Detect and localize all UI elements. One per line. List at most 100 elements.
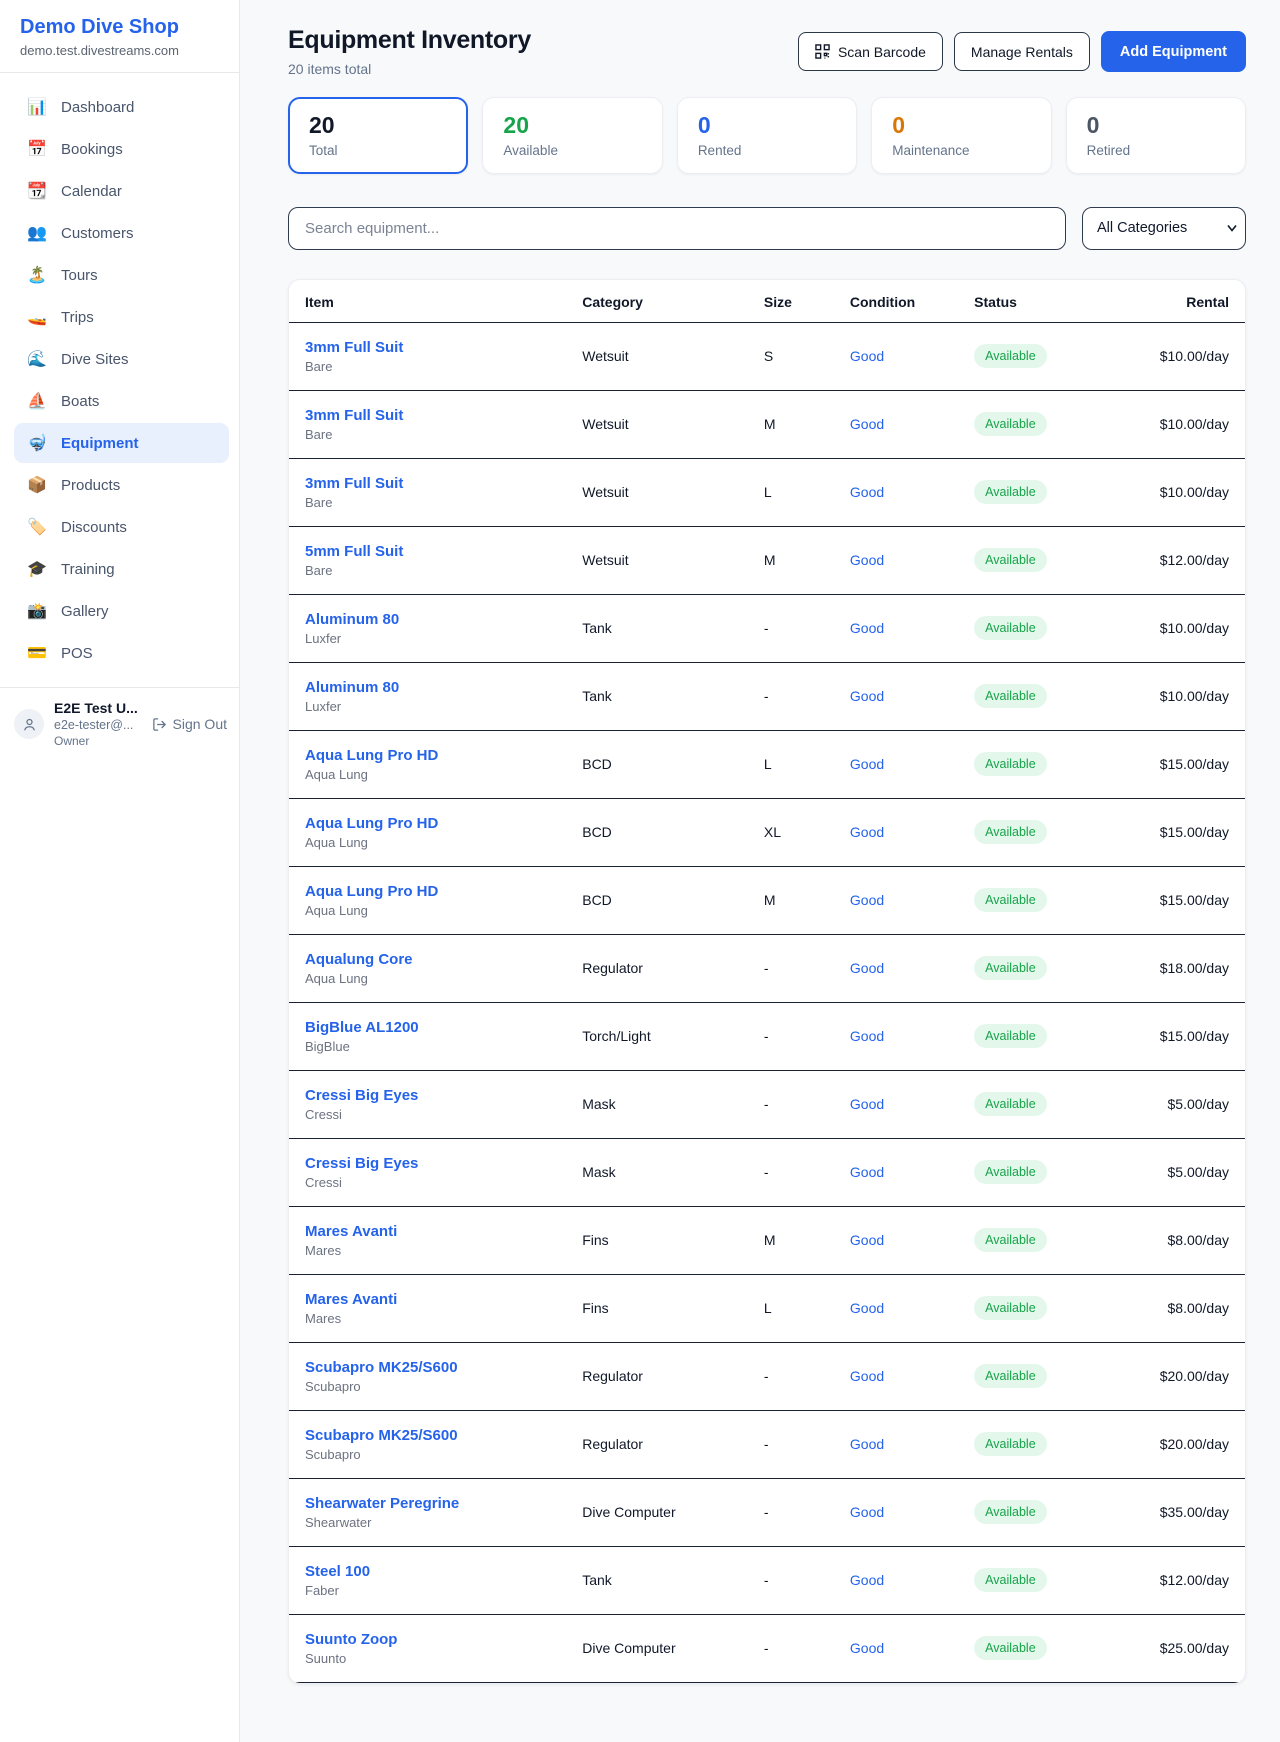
item-name-link[interactable]: Steel 100 xyxy=(305,1563,550,1580)
item-name-link[interactable]: Scubapro MK25/S600 xyxy=(305,1427,550,1444)
item-condition-link[interactable]: Good xyxy=(850,348,884,364)
item-name-link[interactable]: Mares Avanti xyxy=(305,1223,550,1240)
sidebar-item-dashboard[interactable]: 📊 Dashboard xyxy=(14,87,229,127)
item-name-link[interactable]: Cressi Big Eyes xyxy=(305,1087,550,1104)
item-name-link[interactable]: Cressi Big Eyes xyxy=(305,1155,550,1172)
item-name-link[interactable]: 5mm Full Suit xyxy=(305,543,550,560)
sign-out-button[interactable]: Sign Out xyxy=(152,716,227,732)
sidebar-item-trips[interactable]: 🚤 Trips xyxy=(14,297,229,337)
stat-card-maintenance[interactable]: 0 Maintenance xyxy=(871,97,1051,174)
status-badge: Available xyxy=(974,1364,1047,1388)
sidebar-item-bookings[interactable]: 📅 Bookings xyxy=(14,129,229,169)
item-rental: $8.00/day xyxy=(1130,1206,1245,1274)
stat-card-rented[interactable]: 0 Rented xyxy=(677,97,857,174)
item-condition-link[interactable]: Good xyxy=(850,960,884,976)
item-condition-link[interactable]: Good xyxy=(850,1028,884,1044)
item-name-link[interactable]: Aluminum 80 xyxy=(305,611,550,628)
item-condition-link[interactable]: Good xyxy=(850,756,884,772)
stat-label: Maintenance xyxy=(892,143,1030,158)
item-condition-link[interactable]: Good xyxy=(850,1232,884,1248)
item-category: Wetsuit xyxy=(566,526,748,594)
sidebar-item-icon: 🏝️ xyxy=(26,265,48,285)
sign-out-label: Sign Out xyxy=(173,716,227,732)
scan-barcode-button[interactable]: Scan Barcode xyxy=(798,32,943,71)
item-brand: Suunto xyxy=(305,1651,550,1666)
category-filter[interactable]: All Categories xyxy=(1082,207,1246,250)
item-name-link[interactable]: Aqua Lung Pro HD xyxy=(305,883,550,900)
item-brand: Scubapro xyxy=(305,1379,550,1394)
manage-rentals-button[interactable]: Manage Rentals xyxy=(954,32,1090,71)
sidebar-item-label: Calendar xyxy=(61,183,122,200)
sidebar-item-label: Trips xyxy=(61,309,94,326)
item-condition-link[interactable]: Good xyxy=(850,1436,884,1452)
column-header-item: Item xyxy=(289,280,566,323)
item-name-link[interactable]: 3mm Full Suit xyxy=(305,475,550,492)
item-condition-link[interactable]: Good xyxy=(850,688,884,704)
item-name-link[interactable]: 3mm Full Suit xyxy=(305,407,550,424)
item-name-link[interactable]: BigBlue AL1200 xyxy=(305,1019,550,1036)
sidebar-item-gallery[interactable]: 📸 Gallery xyxy=(14,591,229,631)
item-name-link[interactable]: Shearwater Peregrine xyxy=(305,1495,550,1512)
search-input[interactable] xyxy=(288,207,1066,250)
sidebar-item-pos[interactable]: 💳 POS xyxy=(14,633,229,673)
stat-card-available[interactable]: 20 Available xyxy=(482,97,662,174)
status-badge: Available xyxy=(974,548,1047,572)
item-name-link[interactable]: Aluminum 80 xyxy=(305,679,550,696)
add-equipment-label: Add Equipment xyxy=(1120,44,1227,60)
stat-card-retired[interactable]: 0 Retired xyxy=(1066,97,1246,174)
item-category: Torch/Light xyxy=(566,1002,748,1070)
scan-barcode-label: Scan Barcode xyxy=(838,44,926,60)
table-row: Aqua Lung Pro HD Aqua Lung BCD M Good Av… xyxy=(289,866,1245,934)
item-size: L xyxy=(748,1274,834,1342)
sidebar: Demo Dive Shop demo.test.divestreams.com… xyxy=(0,0,240,1742)
item-condition-link[interactable]: Good xyxy=(850,620,884,636)
item-condition-link[interactable]: Good xyxy=(850,1164,884,1180)
item-condition-link[interactable]: Good xyxy=(850,824,884,840)
sidebar-item-dive-sites[interactable]: 🌊 Dive Sites xyxy=(14,339,229,379)
sidebar-item-discounts[interactable]: 🏷️ Discounts xyxy=(14,507,229,547)
status-badge: Available xyxy=(974,1296,1047,1320)
sidebar-item-calendar[interactable]: 📆 Calendar xyxy=(14,171,229,211)
stat-label: Rented xyxy=(698,143,836,158)
item-condition-link[interactable]: Good xyxy=(850,1640,884,1656)
status-badge: Available xyxy=(974,1636,1047,1660)
person-icon xyxy=(22,717,37,732)
item-condition-link[interactable]: Good xyxy=(850,1368,884,1384)
sidebar-item-training[interactable]: 🎓 Training xyxy=(14,549,229,589)
stat-card-total[interactable]: 20 Total xyxy=(288,97,468,174)
item-condition-link[interactable]: Good xyxy=(850,1096,884,1112)
item-brand: Luxfer xyxy=(305,699,550,714)
item-condition-link[interactable]: Good xyxy=(850,484,884,500)
user-role: Owner xyxy=(54,734,142,748)
sidebar-item-tours[interactable]: 🏝️ Tours xyxy=(14,255,229,295)
table-row: Scubapro MK25/S600 Scubapro Regulator - … xyxy=(289,1342,1245,1410)
item-name-link[interactable]: Mares Avanti xyxy=(305,1291,550,1308)
sidebar-item-products[interactable]: 📦 Products xyxy=(14,465,229,505)
status-badge: Available xyxy=(974,412,1047,436)
equipment-table-card: Item Category Size Condition Status Rent… xyxy=(288,279,1246,1684)
item-rental: $12.00/day xyxy=(1130,1546,1245,1614)
item-size: - xyxy=(748,934,834,1002)
item-brand: Bare xyxy=(305,359,550,374)
item-condition-link[interactable]: Good xyxy=(850,892,884,908)
item-name-link[interactable]: Aqualung Core xyxy=(305,951,550,968)
item-name-link[interactable]: 3mm Full Suit xyxy=(305,339,550,356)
item-name-link[interactable]: Scubapro MK25/S600 xyxy=(305,1359,550,1376)
table-row: 3mm Full Suit Bare Wetsuit S Good Availa… xyxy=(289,322,1245,390)
sidebar-item-equipment[interactable]: 🤿 Equipment xyxy=(14,423,229,463)
barcode-icon xyxy=(815,44,830,59)
item-condition-link[interactable]: Good xyxy=(850,416,884,432)
item-condition-link[interactable]: Good xyxy=(850,552,884,568)
item-condition-link[interactable]: Good xyxy=(850,1572,884,1588)
sidebar-item-boats[interactable]: ⛵ Boats xyxy=(14,381,229,421)
item-rental: $25.00/day xyxy=(1130,1614,1245,1682)
item-category: Mask xyxy=(566,1070,748,1138)
item-name-link[interactable]: Aqua Lung Pro HD xyxy=(305,815,550,832)
add-equipment-button[interactable]: Add Equipment xyxy=(1101,31,1246,72)
item-name-link[interactable]: Suunto Zoop xyxy=(305,1631,550,1648)
item-condition-link[interactable]: Good xyxy=(850,1504,884,1520)
item-condition-link[interactable]: Good xyxy=(850,1300,884,1316)
sidebar-item-customers[interactable]: 👥 Customers xyxy=(14,213,229,253)
stat-label: Retired xyxy=(1087,143,1225,158)
item-name-link[interactable]: Aqua Lung Pro HD xyxy=(305,747,550,764)
